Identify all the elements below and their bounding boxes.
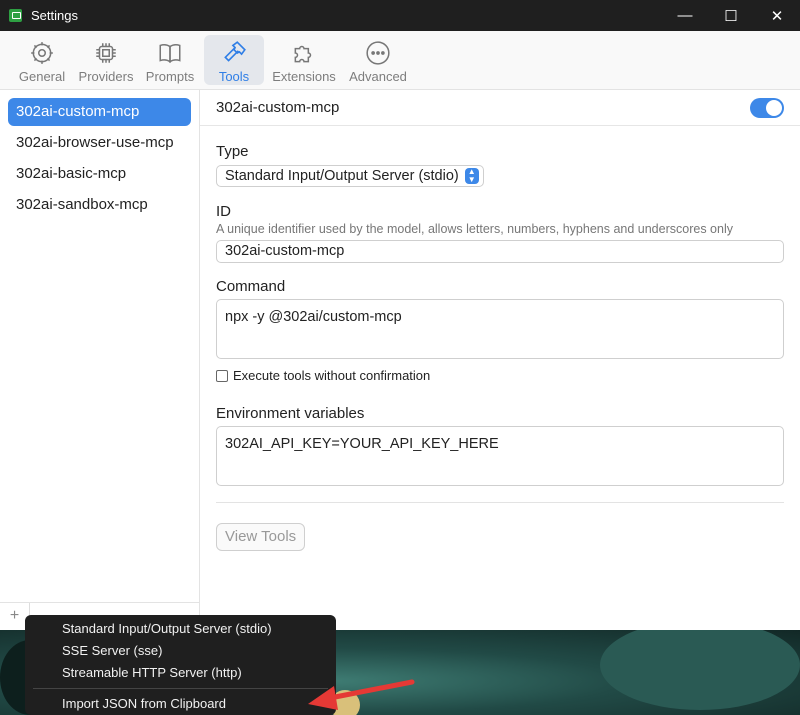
tab-general[interactable]: General bbox=[12, 35, 72, 85]
server-detail-panel: 302ai-custom-mcp Type Standard Input/Out… bbox=[200, 90, 800, 630]
server-sidebar: 302ai-custom-mcp 302ai-browser-use-mcp 3… bbox=[0, 90, 200, 631]
tab-label: Prompts bbox=[145, 69, 195, 84]
menu-item-sse[interactable]: SSE Server (sse) bbox=[25, 640, 336, 662]
server-name: 302ai-custom-mcp bbox=[216, 99, 340, 116]
gear-icon bbox=[31, 42, 53, 64]
type-label: Type bbox=[216, 143, 249, 160]
tab-label: General bbox=[18, 69, 66, 84]
command-input[interactable]: npx -y @302ai/custom-mcp bbox=[216, 299, 784, 359]
tab-tools[interactable]: Tools bbox=[204, 35, 264, 85]
maximize-button[interactable]: ☐ bbox=[708, 0, 754, 31]
puzzle-icon bbox=[294, 45, 312, 63]
close-button[interactable]: ✕ bbox=[754, 0, 800, 31]
settings-window: Settings — ☐ ✕ General Providers Prompts… bbox=[0, 0, 800, 631]
sidebar-item-302ai-sandbox-mcp[interactable]: 302ai-sandbox-mcp bbox=[8, 191, 191, 219]
tab-providers[interactable]: Providers bbox=[76, 35, 136, 85]
confirm-checkbox[interactable] bbox=[216, 369, 228, 382]
sidebar-item-302ai-basic-mcp[interactable]: 302ai-basic-mcp bbox=[8, 160, 191, 188]
id-input[interactable]: 302ai-custom-mcp bbox=[216, 240, 784, 263]
tab-prompts[interactable]: Prompts bbox=[140, 35, 200, 85]
tab-label: Providers bbox=[78, 69, 134, 84]
book-icon bbox=[159, 43, 181, 64]
view-tools-button[interactable]: View Tools bbox=[216, 523, 306, 551]
window-title: Settings bbox=[31, 8, 78, 23]
tab-extensions[interactable]: Extensions bbox=[268, 35, 340, 85]
id-help-text: A unique identifier used by the model, a… bbox=[216, 222, 733, 236]
minimize-button[interactable]: — bbox=[662, 0, 708, 31]
menu-item-http[interactable]: Streamable HTTP Server (http) bbox=[25, 662, 336, 684]
confirm-checkbox-label: Execute tools without confirmation bbox=[233, 368, 431, 383]
tab-label: Tools bbox=[218, 69, 250, 84]
type-select[interactable]: Standard Input/Output Server (stdio) ▲ ▼ bbox=[216, 165, 484, 187]
id-label: ID bbox=[216, 203, 231, 220]
app-icon bbox=[9, 9, 22, 22]
ellipsis-icon bbox=[366, 41, 390, 65]
type-select-value: Standard Input/Output Server (stdio) bbox=[225, 168, 459, 184]
menu-item-import-json[interactable]: Import JSON from Clipboard bbox=[25, 693, 336, 715]
sidebar-item-302ai-browser-use-mcp[interactable]: 302ai-browser-use-mcp bbox=[8, 129, 191, 157]
tab-label: Advanced bbox=[349, 69, 407, 84]
server-enabled-toggle[interactable] bbox=[750, 97, 784, 118]
menu-separator bbox=[33, 688, 328, 689]
tab-label: Extensions bbox=[272, 69, 336, 84]
hammer-icon bbox=[224, 41, 246, 62]
settings-tabs: General Providers Prompts Tools Extensio… bbox=[0, 31, 800, 90]
red-arrow-annotation bbox=[308, 679, 415, 710]
add-server-menu: Standard Input/Output Server (stdio) SSE… bbox=[25, 615, 336, 715]
chevron-updown-icon: ▲ ▼ bbox=[464, 168, 479, 184]
sidebar-item-302ai-custom-mcp[interactable]: 302ai-custom-mcp bbox=[8, 98, 191, 126]
chip-icon bbox=[96, 43, 116, 63]
tab-advanced[interactable]: Advanced bbox=[344, 35, 412, 85]
divider bbox=[216, 502, 784, 503]
env-input[interactable]: 302AI_API_KEY=YOUR_API_KEY_HERE bbox=[216, 426, 784, 486]
command-label: Command bbox=[216, 278, 286, 295]
title-bar: Settings — ☐ ✕ bbox=[0, 0, 800, 31]
menu-item-stdio[interactable]: Standard Input/Output Server (stdio) bbox=[25, 618, 336, 640]
env-label: Environment variables bbox=[216, 405, 365, 422]
